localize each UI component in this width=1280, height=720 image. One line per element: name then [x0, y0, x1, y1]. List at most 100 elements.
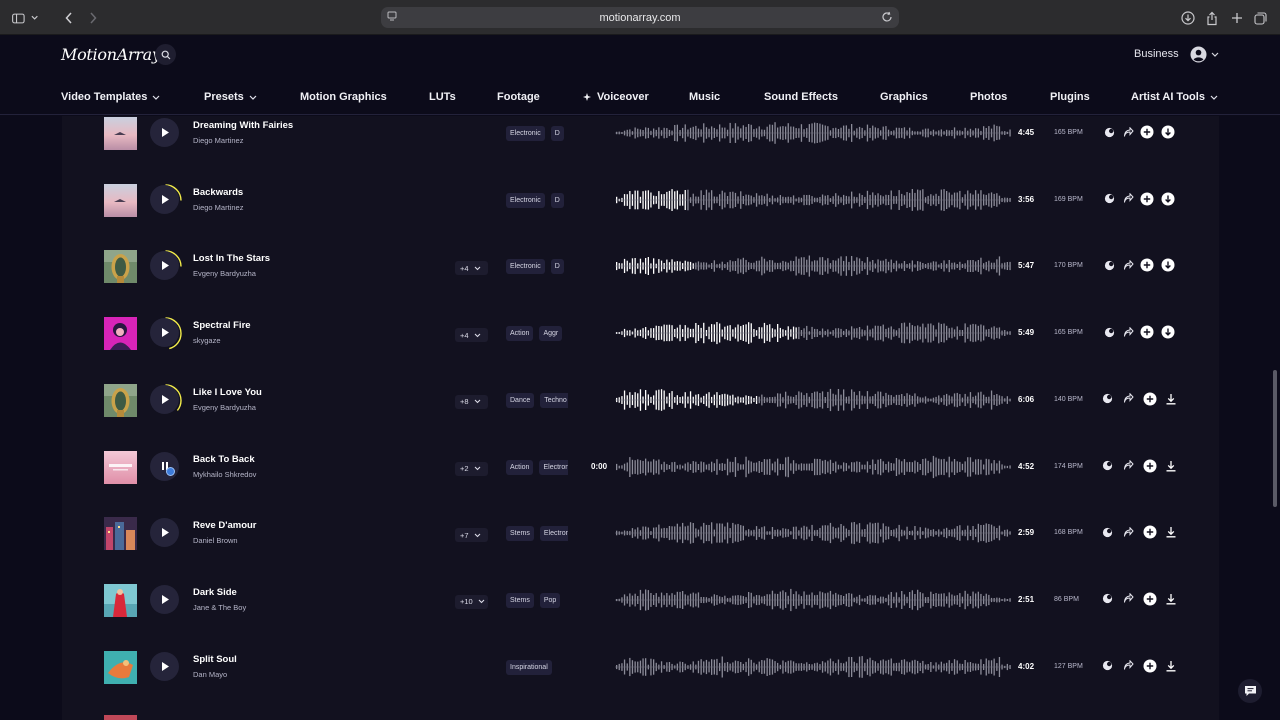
nav-item-sound-effects[interactable]: Sound Effects — [764, 91, 838, 103]
genre-tag[interactable]: Dance — [506, 392, 535, 408]
forward-button[interactable] — [84, 8, 102, 28]
chat-button[interactable] — [1238, 679, 1262, 703]
page-scrollbar[interactable] — [1273, 370, 1277, 507]
track-title[interactable]: Spectral Fire — [193, 320, 251, 331]
add-to-collection-button[interactable] — [1140, 258, 1154, 272]
track-thumbnail[interactable] — [104, 517, 137, 551]
share-button[interactable] — [1121, 125, 1135, 139]
back-button[interactable] — [60, 8, 78, 28]
genre-tag[interactable]: D — [550, 259, 564, 275]
download-button[interactable] — [1161, 192, 1175, 206]
download-button[interactable] — [1161, 258, 1175, 272]
track-artist[interactable]: Evgeny Bardyuzha — [193, 269, 256, 278]
genre-tag[interactable]: Inspirational — [506, 659, 552, 675]
track-thumbnail[interactable] — [104, 583, 137, 617]
waveform[interactable] — [615, 185, 1011, 215]
downloads-button[interactable] — [1180, 8, 1196, 28]
genre-tag[interactable]: Electronic — [539, 459, 568, 475]
share-button[interactable] — [1121, 659, 1135, 673]
track-thumbnail[interactable] — [104, 250, 137, 284]
track-thumbnail[interactable] — [104, 650, 137, 684]
nav-item-video-templates[interactable]: Video Templates — [61, 91, 160, 103]
genre-tag[interactable]: Stems — [506, 526, 534, 542]
track-artist[interactable]: Diego Martinez — [193, 136, 243, 145]
motionarray-logo[interactable]: MotionArray — [61, 45, 161, 64]
share-button[interactable] — [1121, 258, 1135, 272]
waveform[interactable] — [615, 652, 1011, 682]
track-thumbnail[interactable] — [104, 383, 137, 417]
track-title[interactable]: Dreaming With Fairies — [193, 120, 293, 131]
play-button[interactable] — [150, 518, 179, 548]
nav-item-graphics[interactable]: Graphics — [880, 91, 928, 103]
pause-button[interactable] — [150, 451, 179, 481]
track-thumbnail[interactable] — [104, 450, 137, 484]
more-tags-button[interactable]: +4 — [455, 261, 488, 276]
share-button[interactable] — [1121, 325, 1135, 339]
tab-overview-button[interactable] — [1252, 8, 1268, 28]
account-plan-label[interactable]: Business — [1134, 48, 1179, 60]
favorite-button[interactable] — [1102, 258, 1116, 272]
share-button[interactable] — [1121, 592, 1135, 606]
add-to-collection-button[interactable] — [1140, 192, 1154, 206]
nav-item-photos[interactable]: Photos — [970, 91, 1007, 103]
nav-item-motion-graphics[interactable]: Motion Graphics — [300, 91, 387, 103]
address-bar[interactable]: motionarray.com — [381, 7, 899, 28]
sidebar-toggle-button[interactable] — [12, 8, 38, 28]
track-thumbnail[interactable] — [104, 317, 137, 351]
share-button[interactable] — [1121, 525, 1135, 539]
play-button[interactable] — [150, 118, 179, 147]
track-artist[interactable]: Daniel Brown — [193, 536, 238, 545]
favorite-button[interactable] — [1100, 392, 1114, 406]
play-button[interactable] — [150, 184, 179, 214]
more-tags-button[interactable]: +7 — [455, 528, 488, 543]
track-title[interactable]: Reve D'amour — [193, 520, 257, 531]
share-page-button[interactable] — [1204, 8, 1220, 28]
track-artist[interactable]: Dan Mayo — [193, 670, 227, 679]
account-menu[interactable] — [1190, 46, 1219, 63]
favorite-button[interactable] — [1102, 325, 1116, 339]
download-button[interactable] — [1161, 325, 1175, 339]
add-to-collection-button[interactable] — [1143, 525, 1157, 539]
nav-item-presets[interactable]: Presets — [204, 91, 257, 103]
favorite-button[interactable] — [1100, 525, 1114, 539]
add-to-collection-button[interactable] — [1140, 325, 1154, 339]
genre-tag[interactable]: Aggr — [539, 326, 563, 342]
waveform[interactable] — [615, 518, 1011, 548]
reload-icon[interactable] — [881, 11, 893, 23]
genre-tag[interactable]: Stems — [506, 592, 534, 608]
add-to-collection-button[interactable] — [1140, 125, 1154, 139]
add-to-collection-button[interactable] — [1143, 459, 1157, 473]
track-title[interactable]: Lost In The Stars — [193, 253, 270, 264]
site-settings-icon[interactable] — [387, 11, 397, 23]
more-tags-button[interactable]: +2 — [455, 461, 488, 476]
genre-tag[interactable]: Electronic — [506, 126, 545, 141]
waveform[interactable] — [615, 251, 1011, 281]
share-button[interactable] — [1121, 459, 1135, 473]
share-button[interactable] — [1121, 192, 1135, 206]
nav-item-footage[interactable]: Footage — [497, 91, 540, 103]
play-button[interactable] — [150, 318, 179, 348]
add-to-collection-button[interactable] — [1143, 392, 1157, 406]
add-to-collection-button[interactable] — [1143, 592, 1157, 606]
nav-item-luts[interactable]: LUTs — [429, 91, 456, 103]
nav-item-music[interactable]: Music — [689, 91, 720, 103]
favorite-button[interactable] — [1100, 659, 1114, 673]
track-artist[interactable]: Diego Martinez — [193, 203, 243, 212]
play-button[interactable] — [150, 584, 179, 614]
favorite-button[interactable] — [1100, 592, 1114, 606]
genre-tag[interactable]: D — [550, 192, 564, 208]
share-button[interactable] — [1121, 392, 1135, 406]
search-button[interactable] — [155, 44, 176, 65]
favorite-button[interactable] — [1102, 125, 1116, 139]
waveform[interactable] — [615, 118, 1011, 148]
favorite-button[interactable] — [1102, 192, 1116, 206]
waveform[interactable] — [615, 452, 1011, 482]
track-title[interactable]: Dark Side — [193, 587, 237, 598]
new-tab-button[interactable] — [1229, 8, 1245, 28]
genre-tag[interactable]: Action — [506, 326, 534, 342]
more-tags-button[interactable]: +4 — [455, 328, 488, 343]
genre-tag[interactable]: Electronic — [539, 526, 568, 542]
track-artist[interactable]: Jane & The Boy — [193, 603, 246, 612]
download-button[interactable] — [1164, 525, 1178, 539]
nav-item-voiceover[interactable]: Voiceover — [583, 91, 649, 103]
